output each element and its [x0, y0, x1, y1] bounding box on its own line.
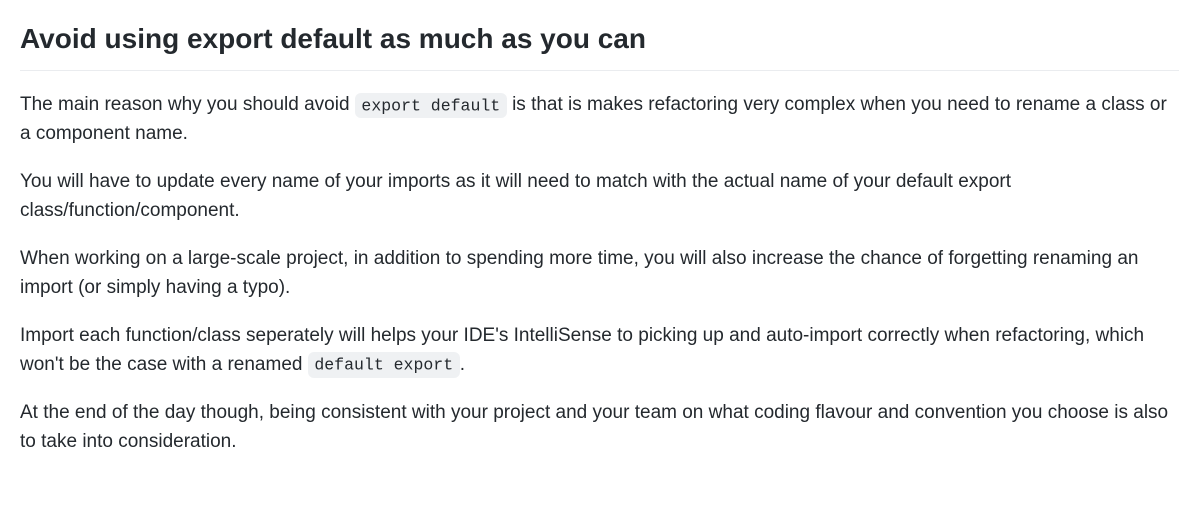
inline-code-export-default: export default — [355, 93, 507, 119]
paragraph-3: When working on a large-scale project, i… — [20, 245, 1179, 302]
paragraph-4-text-a: Import each function/class seperately wi… — [20, 325, 1144, 375]
paragraph-2: You will have to update every name of yo… — [20, 168, 1179, 225]
paragraph-4: Import each function/class seperately wi… — [20, 322, 1179, 379]
paragraph-4-text-b: . — [460, 354, 465, 375]
inline-code-default-export: default export — [308, 352, 460, 378]
paragraph-1-text-a: The main reason why you should avoid — [20, 94, 355, 115]
paragraph-1: The main reason why you should avoid exp… — [20, 91, 1179, 148]
section-heading: Avoid using export default as much as yo… — [20, 18, 1179, 71]
paragraph-5: At the end of the day though, being cons… — [20, 399, 1179, 456]
